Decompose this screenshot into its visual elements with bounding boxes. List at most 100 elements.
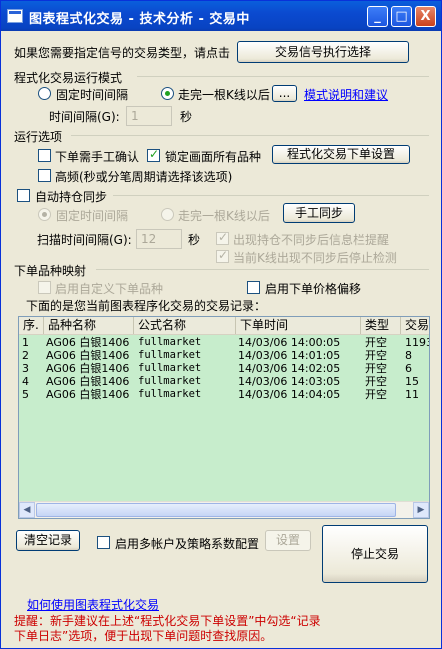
cell-index: 1 [22, 336, 29, 349]
manual-sync-button[interactable]: 手工同步 [283, 203, 355, 223]
cell-trade: 6 [405, 362, 412, 375]
cell-index: 3 [22, 362, 29, 375]
sync-stop-checkbox[interactable]: ✓ [216, 248, 229, 263]
cell-formula: fullmarket [138, 336, 202, 348]
cell-index: 5 [22, 388, 29, 401]
check-icon: ✓ [149, 147, 160, 161]
table-row[interactable]: 5 AG06 白银1406 fullmarket 14/03/06 14:04:… [19, 388, 419, 401]
title-bar[interactable]: 图表程式化交易 - 技术分析 - 交易中 _ □ X [1, 1, 441, 31]
interval-unit: 秒 [180, 110, 193, 124]
cell-index: 4 [22, 375, 29, 388]
cell-trade: 15 [405, 375, 419, 388]
manual-confirm-label: 下单需手工确认 [55, 150, 140, 164]
mode-group-label: 程式化交易运行模式 [14, 71, 123, 85]
multi-account-config-button[interactable]: 设置 [265, 530, 311, 551]
after-bar-radio[interactable] [161, 87, 174, 100]
multi-account-checkbox[interactable] [97, 536, 110, 549]
radio-dot-icon [42, 212, 47, 217]
column-header[interactable]: 下单时间 [236, 317, 361, 334]
radio-dot-icon [165, 91, 170, 96]
scan-interval-unit: 秒 [188, 233, 201, 247]
sync-divider [113, 195, 429, 196]
minimize-icon: _ [374, 9, 381, 24]
column-header[interactable]: 类型 [361, 317, 401, 334]
app-icon [7, 9, 23, 23]
table-row[interactable]: 1 AG06 白银1406 fullmarket 14/03/06 14:00:… [19, 336, 429, 349]
cell-time: 14/03/06 14:00:05 [238, 336, 341, 349]
table-header: 序. 品种名称 公式名称 下单时间 类型 交易 [19, 317, 429, 335]
order-settings-button[interactable]: 程式化交易下单设置 [272, 145, 410, 164]
minimize-button[interactable]: _ [367, 6, 388, 27]
trade-records-table[interactable]: 序. 品种名称 公式名称 下单时间 类型 交易 1 AG06 白银1406 fu… [18, 316, 430, 519]
sync-stop-label: 当前K线出现不同步后停止检测 [233, 251, 397, 265]
close-icon: X [420, 9, 431, 24]
cell-symbol: AG06 白银1406 [46, 388, 130, 401]
signal-select-button[interactable]: 交易信号执行选择 [237, 41, 409, 63]
signal-prompt: 如果您需要指定信号的交易类型，请点击 [14, 46, 231, 60]
cell-type: 开空 [365, 336, 387, 349]
mapping-group-label: 下单品种映射 [14, 264, 87, 278]
cell-time: 14/03/06 14:03:05 [238, 375, 341, 388]
cell-symbol: AG06 白银1406 [46, 362, 130, 375]
interval-input[interactable]: 1 [126, 106, 172, 126]
howto-link[interactable]: 如何使用图表程式化交易 [27, 596, 159, 613]
cell-time: 14/03/06 14:04:05 [238, 388, 341, 401]
table-row[interactable]: 2 AG06 白银1406 fullmarket 14/03/06 14:01:… [19, 349, 417, 362]
table-row[interactable]: 4 AG06 白银1406 fullmarket 14/03/06 14:03:… [19, 375, 419, 388]
sync-alert-checkbox[interactable]: ✓ [216, 230, 229, 245]
manual-confirm-checkbox[interactable] [38, 149, 51, 162]
column-header[interactable]: 交易 [401, 317, 429, 334]
cell-symbol: AG06 白银1406 [46, 375, 130, 388]
price-offset-checkbox[interactable] [247, 281, 260, 294]
cell-time: 14/03/06 14:01:05 [238, 349, 341, 362]
cell-type: 开空 [365, 388, 387, 401]
cell-time: 14/03/06 14:02:05 [238, 362, 341, 375]
cell-formula: fullmarket [138, 362, 202, 374]
options-group-label: 运行选项 [14, 130, 63, 144]
stop-trading-button[interactable]: 停止交易 [322, 525, 428, 583]
column-header[interactable]: 品种名称 [44, 317, 134, 334]
cell-formula: fullmarket [138, 375, 202, 387]
lock-all-checkbox[interactable]: ✓ [147, 147, 160, 162]
scan-interval-input[interactable]: 12 [136, 229, 182, 249]
custom-symbol-label: 启用自定义下单品种 [55, 282, 164, 296]
cell-symbol: AG06 白银1406 [46, 336, 130, 349]
close-button[interactable]: X [415, 6, 436, 27]
fixed-interval-label: 固定时间间隔 [56, 88, 129, 102]
main-window: 图表程式化交易 - 技术分析 - 交易中 _ □ X 如果您需要指定信号的交易类… [0, 0, 442, 649]
cell-type: 开空 [365, 349, 387, 362]
horizontal-scrollbar[interactable]: ◀ ▶ [19, 501, 429, 518]
hint-line-1: 提醒：新手建议在上述“程式化交易下单设置”中勾选“记录 [14, 614, 321, 628]
sync-fixed-radio[interactable] [38, 208, 51, 221]
lock-all-label: 锁定画面所有品种 [165, 150, 262, 164]
high-freq-label: 高频(秒或分笔周期请选择该选项) [55, 170, 233, 184]
multi-account-label: 启用多帐户及策略系数配置 [115, 537, 260, 551]
mode-help-link[interactable]: 模式说明和建议 [304, 86, 388, 103]
high-freq-checkbox[interactable] [38, 169, 51, 182]
cell-type: 开空 [365, 375, 387, 388]
cell-formula: fullmarket [138, 349, 202, 361]
cell-trade: 8 [405, 349, 412, 362]
sync-after-bar-label: 走完一根K线以后 [178, 209, 270, 223]
scroll-thumb[interactable] [36, 503, 396, 517]
cell-trade: 1193 [405, 336, 429, 349]
maximize-button[interactable]: □ [391, 6, 412, 27]
column-header[interactable]: 公式名称 [134, 317, 236, 334]
clear-records-button[interactable]: 清空记录 [16, 530, 80, 551]
sync-alert-label: 出现持仓不同步后信息栏提醒 [233, 233, 390, 247]
window-title: 图表程式化交易 - 技术分析 - 交易中 [29, 12, 250, 27]
check-icon: ✓ [218, 248, 229, 262]
interval-label: 时间间隔(G): [49, 110, 120, 124]
column-header[interactable]: 序. [19, 317, 44, 334]
sync-after-bar-radio[interactable] [161, 208, 174, 221]
cell-trade: 11 [405, 388, 419, 401]
scroll-left-icon[interactable]: ◀ [19, 502, 35, 518]
cell-type: 开空 [365, 362, 387, 375]
table-row[interactable]: 3 AG06 白银1406 fullmarket 14/03/06 14:02:… [19, 362, 417, 375]
scroll-right-icon[interactable]: ▶ [413, 502, 429, 518]
auto-sync-checkbox[interactable] [17, 189, 30, 202]
custom-symbol-checkbox[interactable] [38, 281, 51, 294]
mode-more-button[interactable]: ... [272, 85, 297, 102]
fixed-interval-radio[interactable] [38, 87, 51, 100]
check-icon: ✓ [218, 230, 229, 244]
